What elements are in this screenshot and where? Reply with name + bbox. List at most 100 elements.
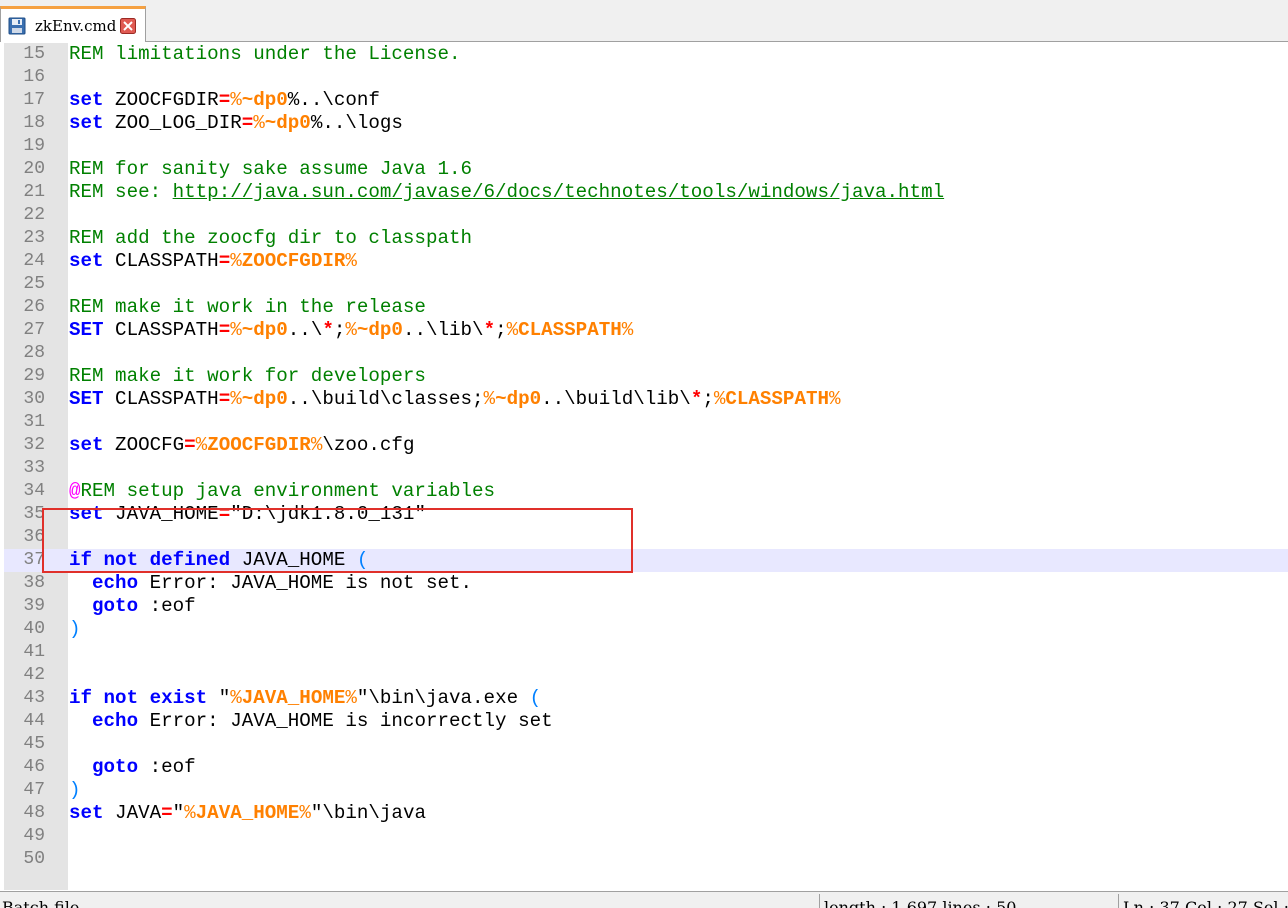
- line-code: goto :eof: [69, 756, 196, 779]
- code-token-op: *: [322, 319, 334, 341]
- line-number: 23: [23, 228, 45, 248]
- code-token-op: =: [218, 250, 231, 272]
- code-token-kw: SET: [69, 319, 104, 341]
- code-token-plain: ": [172, 802, 185, 824]
- code-token-kw: goto: [92, 756, 139, 778]
- code-token-op: *: [483, 319, 496, 341]
- code-line[interactable]: 32 set ZOOCFG=%ZOOCFGDIR%\zoo.cfg: [4, 434, 1288, 457]
- code-token-pct: %: [195, 434, 208, 456]
- code-line[interactable]: 50: [4, 848, 1288, 871]
- code-token-plain: ..\build\lib\: [541, 388, 691, 410]
- status-file-type: Batch file: [2, 898, 80, 908]
- code-token-pct: %: [483, 388, 496, 410]
- code-line[interactable]: 40): [4, 618, 1288, 641]
- line-number: 19: [23, 136, 45, 156]
- code-line[interactable]: 43 if not exist "%JAVA_HOME%"\bin\java.ex…: [4, 687, 1288, 710]
- line-number: 22: [23, 205, 45, 225]
- code-token-par: (: [529, 687, 542, 709]
- code-token-op: =: [218, 89, 231, 111]
- line-code: set ZOOCFGDIR=%~dp0%..\conf: [69, 89, 380, 112]
- code-line[interactable]: 38 echo Error: JAVA_HOME is not set.: [4, 572, 1288, 595]
- code-line[interactable]: 16: [4, 66, 1288, 89]
- floppy-save-icon: [8, 17, 26, 35]
- line-number: 29: [23, 366, 45, 386]
- code-line[interactable]: 26 REM make it work in the release: [4, 296, 1288, 319]
- code-token-pct: %: [230, 89, 242, 111]
- code-line[interactable]: 19: [4, 135, 1288, 158]
- line-number: 49: [23, 826, 45, 846]
- line-code: REM see: http://java.sun.com/javase/6/do…: [69, 181, 944, 204]
- status-separator: [819, 894, 820, 908]
- line-number: 42: [23, 665, 45, 685]
- code-token-pct: %: [299, 802, 311, 824]
- line-number: 26: [23, 297, 45, 317]
- code-line[interactable]: 45: [4, 733, 1288, 756]
- code-line[interactable]: 47): [4, 779, 1288, 802]
- code-line[interactable]: 44 echo Error: JAVA_HOME is incorrectly …: [4, 710, 1288, 733]
- code-token-var: ~dp0: [356, 319, 403, 341]
- code-token-var: ~dp0: [264, 112, 311, 134]
- code-token-plain: ..\build\classes;: [287, 388, 484, 410]
- line-number: 21: [23, 182, 45, 202]
- line-number: 38: [23, 573, 45, 593]
- code-token-pct: %: [230, 687, 242, 709]
- code-line[interactable]: 34 @REM setup java environment variables: [4, 480, 1288, 503]
- code-token-kw: echo: [92, 572, 139, 594]
- code-line[interactable]: 30 SET CLASSPATH=%~dp0..\build\classes;%~…: [4, 388, 1288, 411]
- line-number: 18: [23, 113, 45, 133]
- line-code: set CLASSPATH=%ZOOCFGDIR%: [69, 250, 357, 273]
- code-line[interactable]: 17 set ZOOCFGDIR=%~dp0%..\conf: [4, 89, 1288, 112]
- code-token-kw: echo: [92, 710, 139, 732]
- code-line[interactable]: 25: [4, 273, 1288, 296]
- code-line[interactable]: 22: [4, 204, 1288, 227]
- code-token-par: ): [69, 618, 81, 640]
- code-token-pct: %: [230, 319, 242, 341]
- code-token-op: =: [241, 112, 254, 134]
- code-line[interactable]: 33: [4, 457, 1288, 480]
- code-line[interactable]: 41: [4, 641, 1288, 664]
- code-line[interactable]: 15 REM limitations under the License.: [4, 43, 1288, 66]
- code-line[interactable]: 24 set CLASSPATH=%ZOOCFGDIR%: [4, 250, 1288, 273]
- code-token-kw: SET: [69, 388, 104, 410]
- line-number: 48: [23, 803, 45, 823]
- code-line[interactable]: 49: [4, 825, 1288, 848]
- code-line[interactable]: 18 set ZOO_LOG_DIR=%~dp0%..\logs: [4, 112, 1288, 135]
- line-number: 46: [23, 757, 45, 777]
- code-line[interactable]: 46 goto :eof: [4, 756, 1288, 779]
- code-line[interactable]: 28: [4, 342, 1288, 365]
- code-line[interactable]: 23 REM add the zoocfg dir to classpath: [4, 227, 1288, 250]
- code-line[interactable]: 31: [4, 411, 1288, 434]
- code-line[interactable]: 39 goto :eof: [4, 595, 1288, 618]
- code-token-rem: REM see:: [69, 181, 173, 203]
- code-token-pct: %: [345, 319, 357, 341]
- code-line[interactable]: 27 SET CLASSPATH=%~dp0..\*;%~dp0..\lib\*;…: [4, 319, 1288, 342]
- line-code: ): [69, 618, 81, 641]
- code-line[interactable]: 48 set JAVA="%JAVA_HOME%"\bin\java: [4, 802, 1288, 825]
- code-token-plain: CLASSPATH: [103, 319, 219, 341]
- tab-zkenv-cmd[interactable]: zkEnv.cmd: [0, 6, 146, 42]
- code-line[interactable]: 42: [4, 664, 1288, 687]
- status-length-lines: length : 1,697 lines : 50: [824, 898, 1017, 908]
- line-code: REM add the zoocfg dir to classpath: [69, 227, 472, 250]
- code-editor[interactable]: 15 REM limitations under the License. 16 17…: [4, 43, 1288, 890]
- code-token-url[interactable]: http://java.sun.com/javase/6/docs/techno…: [173, 181, 944, 203]
- close-icon[interactable]: [120, 17, 137, 34]
- line-number: 32: [23, 435, 45, 455]
- line-number: 44: [23, 711, 45, 731]
- code-line[interactable]: 29 REM make it work for developers: [4, 365, 1288, 388]
- code-token-plain: ..\lib\: [402, 319, 484, 341]
- line-number: 24: [23, 251, 45, 271]
- code-line[interactable]: 21 REM see: http://java.sun.com/javase/6/…: [4, 181, 1288, 204]
- code-token-kw: set: [69, 434, 104, 456]
- annotation-highlight-box: [42, 508, 633, 573]
- line-number: 17: [23, 90, 45, 110]
- tab-title: zkEnv.cmd: [35, 16, 117, 35]
- code-token-kw: set: [69, 250, 104, 272]
- code-line[interactable]: 20 REM for sanity sake assume Java 1.6: [4, 158, 1288, 181]
- code-token-pct: %: [345, 250, 357, 272]
- code-token-pct: %: [506, 319, 519, 341]
- code-token-par: ): [69, 779, 81, 801]
